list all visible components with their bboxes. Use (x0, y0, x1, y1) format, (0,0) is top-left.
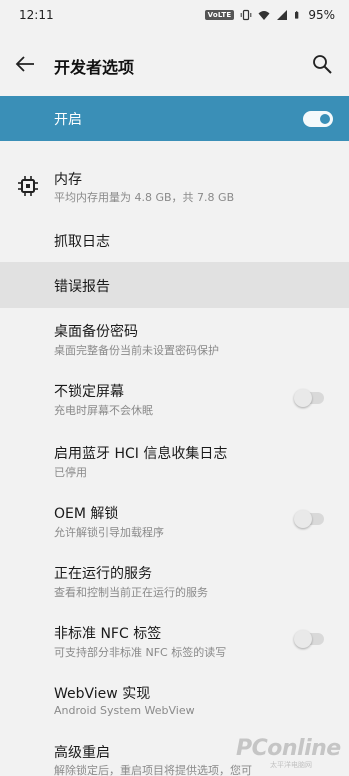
master-switch-toggle[interactable] (303, 111, 333, 127)
volte-badge: VoLTE (204, 10, 235, 20)
setting-title: 高级重启 (54, 745, 110, 761)
setting-subtitle: 平均内存用量为 4.8 GB，共 7.8 GB (54, 191, 235, 204)
setting-title: 正在运行的服务 (54, 566, 152, 582)
setting-title: WebView 实现 (54, 686, 151, 702)
battery-percent: 95% (308, 8, 335, 22)
oem-unlock-toggle[interactable] (294, 510, 324, 528)
signal-icon (277, 10, 288, 20)
setting-backup-password[interactable]: 桌面备份密码 桌面完整备份当前未设置密码保护 (0, 310, 349, 366)
setting-title: 抓取日志 (54, 234, 110, 250)
setting-subtitle: Android System WebView (54, 704, 195, 717)
setting-memory[interactable]: 内存 平均内存用量为 4.8 GB，共 7.8 GB (0, 158, 349, 216)
stay-awake-toggle[interactable] (294, 389, 324, 407)
setting-running-services[interactable]: 正在运行的服务 查看和控制当前正在运行的服务 (0, 552, 349, 608)
setting-subtitle: 已停用 (54, 466, 87, 479)
app-bar: 开发者选项 (0, 30, 349, 96)
watermark-logo: PConline (236, 736, 341, 761)
toggle-thumb (318, 112, 332, 126)
toggle-thumb (294, 630, 312, 648)
setting-bug-report[interactable]: 错误报告 (0, 262, 349, 308)
nfc-toggle[interactable] (294, 630, 324, 648)
status-bar: 12:11 VoLTE 95% (0, 0, 349, 30)
setting-subtitle: 查看和控制当前正在运行的服务 (54, 586, 208, 599)
setting-capture-log[interactable]: 抓取日志 (0, 216, 349, 262)
setting-title: OEM 解锁 (54, 506, 119, 522)
setting-title: 内存 (54, 172, 82, 188)
setting-title: 桌面备份密码 (54, 324, 138, 340)
vibrate-icon (241, 9, 252, 21)
master-switch-bar[interactable]: 开启 (0, 96, 349, 141)
master-switch-label: 开启 (54, 112, 82, 128)
setting-subtitle: 允许解锁引导加载程序 (54, 526, 164, 539)
setting-title: 错误报告 (54, 279, 110, 295)
memory-chip-icon (18, 176, 38, 196)
setting-nonstandard-nfc[interactable]: 非标准 NFC 标签 可支持部分非标准 NFC 标签的读写 (0, 612, 349, 668)
page-title: 开发者选项 (54, 58, 135, 77)
setting-title: 非标准 NFC 标签 (54, 626, 162, 642)
battery-icon (295, 11, 299, 19)
setting-subtitle: 可支持部分非标准 NFC 标签的读写 (54, 646, 227, 659)
setting-title: 不锁定屏幕 (54, 384, 124, 400)
toggle-thumb (294, 389, 312, 407)
setting-bluetooth-hci-log[interactable]: 启用蓝牙 HCI 信息收集日志 已停用 (0, 432, 349, 488)
setting-stay-awake[interactable]: 不锁定屏幕 充电时屏幕不会休眠 (0, 370, 349, 426)
setting-webview-implementation[interactable]: WebView 实现 Android System WebView (0, 672, 349, 728)
wifi-icon (258, 11, 270, 20)
watermark-tagline: 太平洋电脑网 (270, 761, 312, 769)
search-icon[interactable] (311, 53, 333, 75)
setting-title: 启用蓝牙 HCI 信息收集日志 (54, 446, 228, 462)
toggle-thumb (294, 510, 312, 528)
arrow-left-icon[interactable] (14, 53, 36, 75)
status-icons: VoLTE 95% (204, 8, 335, 22)
status-time: 12:11 (19, 8, 54, 22)
setting-subtitle: 桌面完整备份当前未设置密码保护 (54, 344, 219, 357)
setting-subtitle: 充电时屏幕不会休眠 (54, 404, 153, 417)
setting-subtitle: 解除锁定后，重启项目将提供选项，您可 (54, 764, 252, 776)
setting-oem-unlock[interactable]: OEM 解锁 允许解锁引导加载程序 (0, 492, 349, 548)
